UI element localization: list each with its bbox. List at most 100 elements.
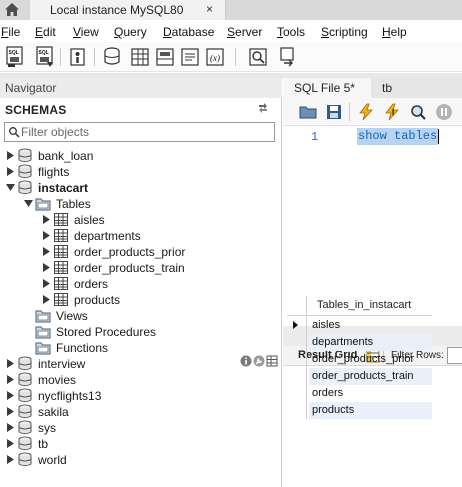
table-row[interactable]: products <box>287 402 432 419</box>
tree-item-flights[interactable]: flights <box>0 164 280 180</box>
stop-icon[interactable] <box>435 103 453 121</box>
filter-objects-field[interactable] <box>4 122 275 142</box>
table-row[interactable]: aisles <box>287 317 432 334</box>
table-cell[interactable]: departments <box>309 334 432 351</box>
menu-file[interactable]: File <box>1 25 20 39</box>
tree-item-products[interactable]: products <box>0 292 280 308</box>
table-row[interactable]: orders <box>287 385 432 402</box>
column-header-tables-in-instacart[interactable]: Tables_in_instacart <box>317 299 411 311</box>
wrench-icon[interactable] <box>253 355 265 367</box>
explain-icon[interactable] <box>409 103 427 121</box>
search-table-data-icon[interactable] <box>248 46 268 68</box>
tree-item-bank-loan[interactable]: bank_loan <box>0 148 280 164</box>
row-header[interactable] <box>287 368 307 385</box>
tab-sql-file-5[interactable]: SQL File 5* <box>283 78 371 98</box>
tree-item-orders[interactable]: orders <box>0 276 280 292</box>
menu-scripting[interactable]: Scripting <box>321 25 368 39</box>
tree-item-tables[interactable]: Tables <box>0 196 280 212</box>
tree-item-stored-procedures[interactable]: Stored Procedures <box>0 324 280 340</box>
svg-text:SQL: SQL <box>9 50 19 56</box>
table-cell[interactable]: aisles <box>309 317 432 334</box>
tree-item-sys[interactable]: sys <box>0 420 280 436</box>
row-header[interactable] <box>287 402 307 419</box>
collapsed-arrow-icon[interactable] <box>6 390 15 401</box>
close-tab-icon[interactable]: × <box>206 2 213 16</box>
menu-database[interactable]: Database <box>163 25 214 39</box>
execute-current-statement-icon[interactable]: I <box>383 103 401 121</box>
execute-icon[interactable] <box>357 103 375 121</box>
tree-item-tb[interactable]: tb <box>0 436 280 452</box>
tree-item-instacart[interactable]: instacart <box>0 180 280 196</box>
collapsed-arrow-icon[interactable] <box>6 454 15 465</box>
new-sql-tab-icon[interactable]: SQL <box>5 46 25 68</box>
collapsed-arrow-icon[interactable] <box>42 246 51 257</box>
collapsed-arrow-icon[interactable] <box>42 278 51 289</box>
text-cursor <box>438 129 440 144</box>
create-table-icon[interactable] <box>130 46 150 68</box>
create-view-icon[interactable] <box>155 46 175 68</box>
row-header[interactable] <box>287 334 307 351</box>
table-row[interactable]: departments <box>287 334 432 351</box>
table-cell[interactable]: order_products_prior <box>309 351 432 368</box>
menu-help[interactable]: Help <box>382 25 407 39</box>
tree-item-label: world <box>38 453 67 467</box>
table-row[interactable]: order_products_train <box>287 368 432 385</box>
filter-rows-input[interactable] <box>447 347 462 364</box>
table-icon <box>54 293 68 306</box>
create-function-icon[interactable]: (x) <box>205 46 225 68</box>
tree-item-sakila[interactable]: sakila <box>0 404 280 420</box>
row-header[interactable] <box>287 351 307 368</box>
table-cell[interactable]: orders <box>309 385 432 402</box>
collapsed-arrow-icon[interactable] <box>42 214 51 225</box>
tree-item-world[interactable]: world <box>0 452 280 468</box>
menu-edit[interactable]: Edit <box>35 25 56 39</box>
tree-item-departments[interactable]: departments <box>0 228 280 244</box>
expanded-arrow-icon[interactable] <box>24 198 33 209</box>
folder-icon <box>35 342 51 355</box>
tree-item-interview[interactable]: interview <box>0 356 280 372</box>
collapsed-arrow-icon[interactable] <box>6 422 15 433</box>
selected-query-text[interactable]: show tables <box>357 128 440 145</box>
expanded-arrow-icon[interactable] <box>6 182 15 193</box>
collapsed-arrow-icon[interactable] <box>6 438 15 449</box>
tree-item-order-products-train[interactable]: order_products_train <box>0 260 280 276</box>
collapsed-arrow-icon[interactable] <box>42 262 51 273</box>
create-procedure-icon[interactable] <box>180 46 200 68</box>
home-icon[interactable] <box>4 2 20 17</box>
table-cell[interactable]: products <box>309 402 432 419</box>
table-cell[interactable]: order_products_train <box>309 368 432 385</box>
collapsed-arrow-icon[interactable] <box>6 406 15 417</box>
menu-server[interactable]: Server <box>227 25 262 39</box>
info-icon[interactable] <box>240 355 252 367</box>
open-folder-icon[interactable] <box>299 103 317 121</box>
database-icon <box>18 452 32 467</box>
collapsed-arrow-icon[interactable] <box>42 230 51 241</box>
tab-tb[interactable]: tb <box>371 78 431 98</box>
save-icon[interactable] <box>325 103 343 121</box>
row-header[interactable] <box>287 385 307 402</box>
open-sql-script-icon[interactable]: SQL <box>35 46 55 68</box>
tree-item-movies[interactable]: movies <box>0 372 280 388</box>
tree-item-order-products-prior[interactable]: order_products_prior <box>0 244 280 260</box>
table-data-icon[interactable] <box>266 355 278 367</box>
connection-tab[interactable]: Local instance MySQL80 × <box>30 0 226 20</box>
row-header[interactable] <box>287 317 307 334</box>
menu-tools[interactable]: Tools <box>277 25 305 39</box>
create-schema-icon[interactable] <box>102 46 122 68</box>
filter-objects-input[interactable] <box>21 124 271 140</box>
table-row[interactable]: order_products_prior <box>287 351 432 368</box>
menu-query[interactable]: Query <box>114 25 147 39</box>
refresh-icon[interactable] <box>256 101 270 115</box>
tree-item-nycflights13[interactable]: nycflights13 <box>0 388 280 404</box>
collapsed-arrow-icon[interactable] <box>42 294 51 305</box>
inspector-icon[interactable] <box>68 46 88 68</box>
collapsed-arrow-icon[interactable] <box>6 150 15 161</box>
tree-item-functions[interactable]: Functions <box>0 340 280 356</box>
collapsed-arrow-icon[interactable] <box>6 166 15 177</box>
collapsed-arrow-icon[interactable] <box>6 374 15 385</box>
collapsed-arrow-icon[interactable] <box>6 358 15 369</box>
menu-view[interactable]: View <box>73 25 99 39</box>
reconnect-icon[interactable] <box>278 46 298 68</box>
tree-item-aisles[interactable]: aisles <box>0 212 280 228</box>
tree-item-views[interactable]: Views <box>0 308 280 324</box>
